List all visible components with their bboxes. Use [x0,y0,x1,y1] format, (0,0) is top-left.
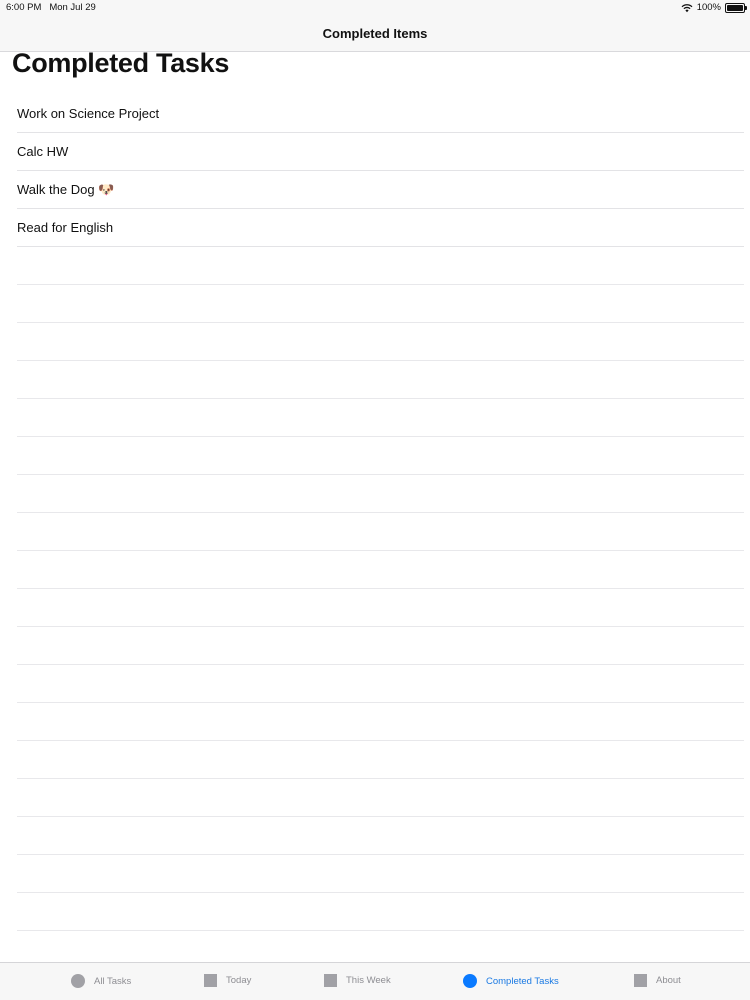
empty-row [0,513,750,551]
empty-row [0,361,750,399]
tab-today[interactable]: Today [204,974,251,987]
battery-icon [725,2,747,13]
today-square-icon [204,974,217,987]
empty-row [0,817,750,855]
empty-row [0,665,750,703]
nav-title: Completed Items [322,26,428,41]
task-row[interactable]: Read for English [0,209,750,247]
this-week-square-icon [324,974,337,987]
tab-completed-tasks[interactable]: Completed Tasks [463,974,559,988]
status-bar: 6:00 PM Mon Jul 29 100% [0,0,750,16]
tab-label: This Week [346,975,391,986]
empty-row [0,323,750,361]
empty-row [0,703,750,741]
wifi-icon [681,3,693,12]
tab-about[interactable]: About [634,974,681,987]
tab-label: All Tasks [94,975,132,987]
tab-label: Today [226,975,252,986]
task-row[interactable]: Walk the Dog 🐶 [0,171,750,209]
empty-row [0,855,750,893]
task-label: Calc HW [17,144,69,159]
task-row[interactable]: Work on Science Project [0,95,750,133]
page-title: Completed Tasks [12,48,230,78]
all-tasks-circle-icon [71,974,85,988]
empty-row [0,399,750,437]
empty-row [0,551,750,589]
tab-bar: All Tasks Today This Week Completed Task… [0,962,750,1000]
task-row[interactable]: Calc HW [0,133,750,171]
status-time-date: 6:00 PM Mon Jul 29 [6,2,96,13]
task-label: Read for English [17,220,114,235]
empty-row [0,779,750,817]
empty-row [0,285,750,323]
status-indicators: 100% [681,2,747,13]
tab-label: Completed Tasks [486,975,559,987]
battery-percent: 100% [696,2,721,13]
tab-all-tasks[interactable]: All Tasks [71,974,131,988]
task-label: Work on Science Project [17,106,160,121]
empty-row [0,627,750,665]
empty-row [0,437,750,475]
empty-row [0,893,750,931]
about-square-icon [634,974,647,987]
empty-row [0,475,750,513]
status-time: 6:00 PM [6,2,42,13]
completed-task-list: Work on Science Project Calc HW Walk the… [0,95,750,247]
empty-table-rows [0,247,750,931]
completed-tasks-circle-icon [463,974,477,988]
status-date: Mon Jul 29 [49,2,96,13]
empty-row [0,589,750,627]
task-label: Walk the Dog 🐶 [17,182,115,197]
empty-row [0,247,750,285]
tab-label: About [656,975,681,986]
navigation-bar: Completed Items [0,16,750,52]
empty-row [0,741,750,779]
tab-this-week[interactable]: This Week [324,974,391,987]
